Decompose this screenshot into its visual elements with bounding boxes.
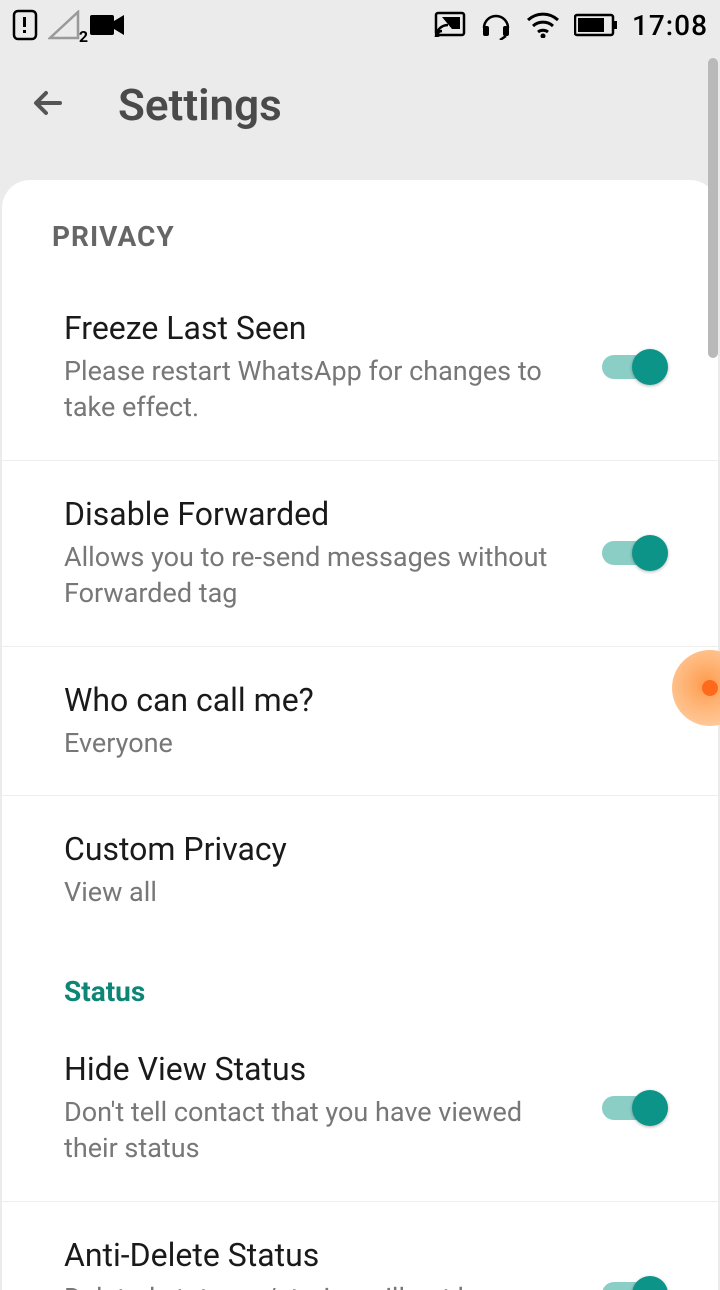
- record-dot-icon: [702, 680, 718, 696]
- hide-view-status-row[interactable]: Hide View Status Don't tell contact that…: [2, 1016, 718, 1202]
- app-header: Settings: [0, 50, 720, 180]
- hideview-desc: Don't tell contact that you have viewed …: [64, 1094, 582, 1167]
- antidelete-toggle[interactable]: [602, 1276, 668, 1290]
- customprivacy-desc: View all: [64, 874, 648, 910]
- freeze-last-seen-row[interactable]: Freeze Last Seen Please restart WhatsApp…: [2, 275, 718, 461]
- privacy-section-label: PRIVACY: [2, 220, 718, 275]
- back-button[interactable]: [30, 84, 68, 126]
- antidelete-desc: Deleted statuses/stories will not be del…: [64, 1280, 582, 1290]
- antidelete-title: Anti-Delete Status: [64, 1236, 582, 1274]
- who-can-call-row[interactable]: Who can call me? Everyone: [2, 647, 718, 796]
- custom-privacy-row[interactable]: Custom Privacy View all: [2, 796, 718, 944]
- sim-alert-icon: [12, 9, 38, 41]
- customprivacy-title: Custom Privacy: [64, 830, 648, 868]
- forwarded-toggle[interactable]: [602, 535, 668, 571]
- freeze-desc: Please restart WhatsApp for changes to t…: [64, 353, 582, 426]
- cast-icon: [434, 11, 466, 39]
- battery-icon: [574, 13, 618, 37]
- forwarded-title: Disable Forwarded: [64, 495, 582, 533]
- video-icon: [90, 13, 124, 37]
- freeze-title: Freeze Last Seen: [64, 309, 582, 347]
- whocall-desc: Everyone: [64, 725, 648, 761]
- page-title: Settings: [118, 79, 282, 131]
- wifi-icon: [526, 12, 560, 38]
- settings-card: PRIVACY Freeze Last Seen Please restart …: [2, 180, 718, 1290]
- disable-forwarded-row[interactable]: Disable Forwarded Allows you to re-send …: [2, 461, 718, 647]
- status-bar: 2 17:08: [0, 0, 720, 50]
- forwarded-desc: Allows you to re-send messages without F…: [64, 539, 582, 612]
- status-section-label: Status: [2, 945, 718, 1016]
- signal-icon: 2: [48, 10, 80, 40]
- freeze-toggle[interactable]: [602, 349, 668, 385]
- clock-text: 17:08: [632, 9, 708, 42]
- anti-delete-status-row[interactable]: Anti-Delete Status Deleted statuses/stor…: [2, 1202, 718, 1290]
- scrollbar-indicator[interactable]: [708, 58, 718, 358]
- hideview-toggle[interactable]: [602, 1090, 668, 1126]
- headphones-icon: [480, 10, 512, 40]
- hideview-title: Hide View Status: [64, 1050, 582, 1088]
- whocall-title: Who can call me?: [64, 681, 648, 719]
